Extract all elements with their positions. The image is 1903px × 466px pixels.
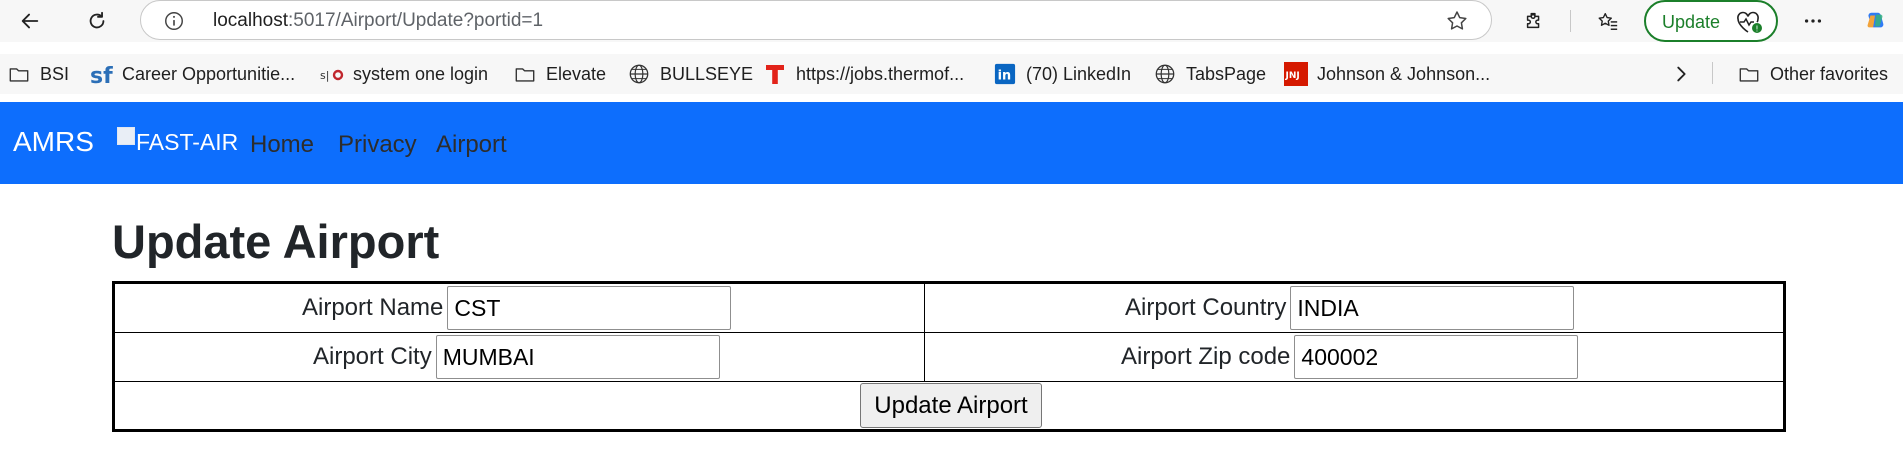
airport-country-label: Airport Country [1125,294,1287,321]
copilot-icon[interactable] [1858,4,1892,38]
linkedin-icon: in [993,62,1017,86]
form-row-2: Airport City Airport Zip code [115,333,1783,382]
extensions-icon[interactable] [1517,4,1551,38]
t-icon [763,62,787,86]
nav-link-home[interactable]: Home [250,131,314,159]
form-cell-airport-name: Airport Name [115,284,925,332]
update-airport-button[interactable]: Update Airport [860,383,1042,428]
svg-text:s|: s| [320,69,329,82]
nav-link-privacy[interactable]: Privacy [338,131,417,159]
favorite-other-favorites[interactable]: Other favorites [1737,62,1888,86]
airport-name-field: Airport Name [302,284,732,332]
favorite-bsi[interactable]: BSI [7,62,69,86]
favorite-career-opportunities[interactable]: sf Career Opportunitie... [89,62,295,87]
form-submit-row: Update Airport [115,382,1783,429]
browser-toolbar: localhost:5017/Airport/Update?portid=1 U… [0,0,1903,42]
app-navbar: AMRS FAST-AIR Home Privacy Airport [0,102,1903,184]
airport-city-label: Airport City [313,343,432,370]
airport-country-input[interactable] [1290,286,1575,330]
broken-image-icon [117,127,135,145]
airport-country-field: Airport Country [1125,284,1575,332]
folder-icon [513,62,537,86]
logo-image: FAST-AIR [117,127,238,156]
form-row-1: Airport Name Airport Country [115,284,1783,333]
more-options-icon[interactable] [1796,4,1830,38]
favorite-tabspage[interactable]: TabsPage [1153,62,1266,86]
globe-icon [1153,62,1177,86]
site-info-icon[interactable] [163,10,185,32]
airport-city-input[interactable] [435,335,720,379]
address-bar[interactable]: localhost:5017/Airport/Update?portid=1 [140,0,1492,40]
airport-name-label: Airport Name [302,294,444,321]
favorites-bar: BSI sf Career Opportunitie... s| system … [0,54,1903,94]
favorite-star-icon[interactable] [1445,9,1469,33]
browser-update-button[interactable]: Update ! [1644,0,1778,42]
favorites-overflow-chevron-icon[interactable] [1670,62,1692,86]
svg-text:in: in [998,69,1012,84]
url-text: localhost:5017/Airport/Update?portid=1 [213,10,544,31]
back-icon[interactable] [13,4,47,38]
airport-zip-field: Airport Zip code [1121,333,1579,381]
form-cell-airport-city: Airport City [115,333,925,381]
favorite-jobs-thermofisher[interactable]: https://jobs.thermof... [763,62,964,86]
page-title: Update Airport [112,215,440,268]
favorite-system-one-login[interactable]: s| system one login [320,62,488,86]
favorites-icon[interactable] [1591,4,1625,38]
refresh-icon[interactable] [80,4,114,38]
airport-city-field: Airport City [313,333,720,381]
s1o-icon: s| [320,62,344,86]
svg-text:JNJ: JNJ [1285,71,1300,81]
form-cell-airport-country: Airport Country [925,284,1783,332]
airport-zip-input[interactable] [1294,335,1579,379]
globe-icon [627,62,651,86]
favorites-divider [1712,62,1713,84]
airport-form-table: Airport Name Airport Country Airport Cit… [112,281,1786,432]
airport-name-input[interactable] [447,286,732,330]
favorite-linkedin[interactable]: in (70) LinkedIn [993,62,1131,86]
favorite-johnson-and-johnson[interactable]: JNJ Johnson & Johnson... [1284,62,1490,86]
jnj-icon: JNJ [1284,62,1308,86]
form-cell-airport-zip: Airport Zip code [925,333,1783,381]
toolbar-divider [1570,10,1571,32]
favorite-bullseye[interactable]: BULLSEYE [627,62,753,86]
svg-text:!: ! [1755,25,1758,34]
airport-zip-label: Airport Zip code [1121,343,1291,370]
svg-text:sf: sf [90,64,113,86]
folder-icon [7,62,31,86]
favorite-elevate[interactable]: Elevate [513,62,606,86]
folder-icon [1737,62,1761,86]
sf-icon: sf [89,62,113,86]
nav-link-airport[interactable]: Airport [436,131,507,159]
health-heart-icon: ! [1737,11,1762,34]
navbar-brand[interactable]: AMRS [13,126,94,158]
